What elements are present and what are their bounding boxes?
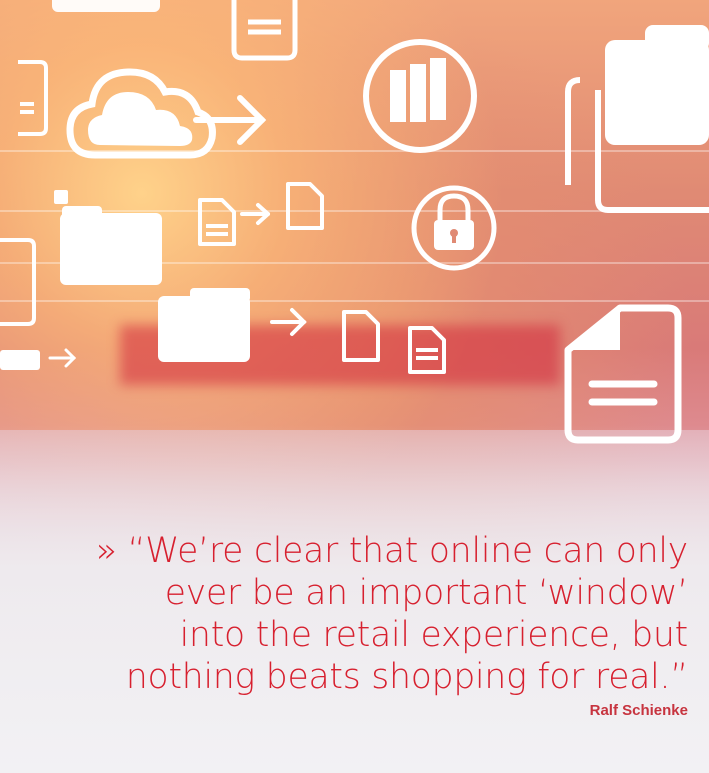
folder-icon (60, 213, 162, 285)
quote-line: ever be an important ‘window’ (164, 573, 688, 613)
quote-line: into the retail experience, but (179, 615, 689, 655)
quote-marker: » (95, 531, 117, 571)
document-icon (18, 60, 48, 136)
server-icon (363, 39, 477, 153)
file-icon (54, 190, 68, 204)
folder-icon (52, 0, 160, 12)
lock-icon (411, 185, 497, 271)
quote-line: » “We’re clear that online can only (95, 531, 688, 571)
folder-icon (645, 25, 709, 51)
quote-text: » “We’re clear that online can only ever… (20, 530, 688, 698)
document-icon (564, 304, 682, 444)
folder-icon (158, 296, 250, 362)
folder-icon (62, 206, 102, 220)
folder-icon (605, 40, 709, 145)
file-icon (0, 350, 40, 370)
file-icon (342, 310, 380, 362)
document-icon (408, 326, 446, 374)
quote-card: » “We’re clear that online can only ever… (0, 0, 709, 773)
file-transfer-icon (198, 182, 324, 246)
arrow-right-icon (48, 348, 77, 368)
document-icon (231, 0, 298, 61)
arrow-right-icon (270, 308, 307, 336)
quote-line: nothing beats shopping for real.” (125, 657, 688, 697)
arrow-right-icon (193, 95, 267, 145)
quote: » “We’re clear that online can only ever… (20, 530, 688, 719)
cloud-icon (66, 68, 216, 159)
folder-icon (190, 288, 250, 302)
document-icon (0, 238, 36, 326)
quote-author: Ralf Schienke (589, 702, 688, 719)
